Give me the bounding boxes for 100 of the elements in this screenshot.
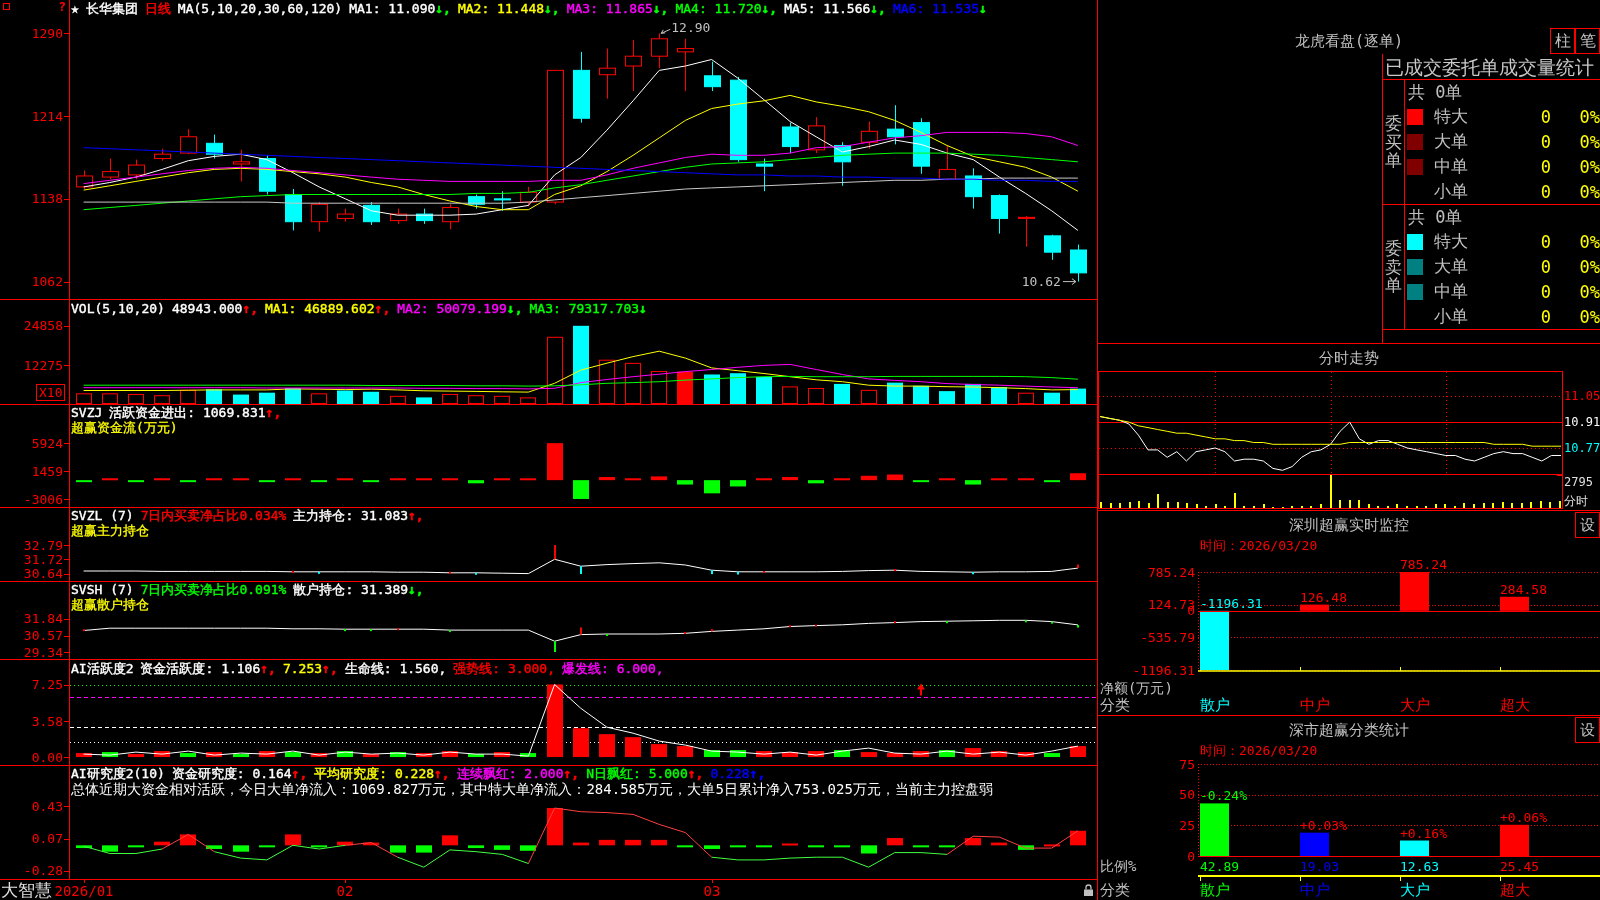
trend-arrow: ↑, — [242, 300, 259, 317]
trend-arrow: ↓ — [639, 300, 647, 317]
settings-button[interactable]: 设 — [1575, 511, 1600, 538]
change-label: -0.24% — [1200, 788, 1247, 804]
indicator-text: MA2: 11.448 — [457, 0, 545, 17]
timestamp: 时间：2026/03/20 — [1200, 538, 1318, 554]
indicator-text: SVSH (7) — [71, 582, 134, 597]
category-label: 散户 — [1200, 696, 1230, 714]
order-share: 0% — [1579, 181, 1600, 202]
indicator-title: 超赢散户持仓 — [71, 597, 149, 612]
indicator-text: MA5: 11.566 — [784, 0, 871, 17]
axis-label: 5924 — [31, 436, 63, 450]
axis-title: 分类 — [1100, 881, 1130, 899]
trend-arrow: ↑, — [265, 405, 282, 420]
trend-arrow: ↑, — [563, 766, 580, 781]
category-label: 大户 — [1400, 696, 1430, 714]
trend-arrow: ↑, — [434, 766, 450, 781]
order-count: 0 — [1540, 132, 1551, 152]
table-title: 已成交委托单成交量统计 — [1385, 55, 1594, 78]
indicator-title: 超赢资金流(万元) — [71, 420, 178, 435]
indicator-text: 7日内买卖净占比0.091% — [140, 582, 287, 597]
axis-label: 0.43 — [31, 799, 63, 813]
order-type-label: 特大 — [1434, 231, 1468, 252]
order-count: 0 — [1540, 181, 1551, 202]
axis-label: 29.34 — [23, 645, 63, 659]
indicator-text: MA3: 79317.703 — [529, 300, 640, 317]
trend-arrow: ↓, — [544, 0, 560, 17]
category-label: 中户 — [1300, 696, 1330, 714]
trend-arrow: ↑, — [374, 300, 391, 317]
group-label: 委买单 — [1385, 113, 1402, 171]
indicator-text: MA1: 11.090 — [349, 0, 436, 17]
axis-label: 0 — [1187, 607, 1195, 614]
indicator-text: AI活跃度2 — [71, 660, 134, 677]
axis-title: 比例% — [1100, 858, 1137, 874]
category-label: 超大 — [1500, 696, 1530, 714]
axis-label: -3006 — [23, 492, 63, 506]
value-label: 25.45 — [1500, 859, 1540, 874]
category-label: 散户 — [1200, 881, 1230, 899]
settings-button[interactable]: 设 — [1575, 716, 1600, 743]
value-label: 284.58 — [1500, 581, 1547, 597]
indicator-text: MA4: 11.720 — [675, 0, 762, 17]
timestamp: 时间：2026/03/20 — [1200, 743, 1318, 759]
order-type-label: 中单 — [1434, 280, 1468, 301]
axis-label: 11.05 — [1564, 389, 1600, 404]
axis-label: 12275 — [23, 358, 63, 372]
order-type-label: 大单 — [1434, 256, 1468, 276]
indicator-text: MA3: 11.865 — [566, 0, 653, 17]
trend-arrow: ↑, — [749, 766, 766, 781]
order-share: 0% — [1579, 257, 1600, 277]
group-label: 委卖单 — [1385, 238, 1402, 296]
axis-label: -0.28 — [23, 864, 63, 878]
axis-label: 1062 — [31, 275, 63, 289]
view-toggle-button[interactable]: 笔 — [1575, 28, 1600, 54]
indicator-text: VOL(5,10,20) — [71, 300, 165, 317]
trend-arrow: ↓ — [979, 0, 987, 17]
indicator-text: 生命线: 1.560, — [344, 660, 447, 677]
order-share: 0% — [1579, 132, 1600, 152]
axis-label: 30.57 — [23, 629, 63, 643]
indicator-text: 7日内买卖净占比0.034% — [140, 508, 287, 523]
indicator-text: 日线 — [144, 0, 171, 17]
indicator-text: MA(5,10,20,30,60,120) — [177, 0, 343, 17]
arrow-icon — [660, 28, 671, 34]
indicator-text: N日飘红: 5.000 — [586, 766, 688, 781]
axis-label: 24858 — [23, 319, 63, 333]
order-type-label: 小单 — [1434, 305, 1468, 326]
axis-label: -1196.31 — [1132, 664, 1195, 676]
value-label: -1196.31 — [1200, 595, 1263, 611]
indicator-text: 资金活跃度: 1.106 — [140, 660, 261, 677]
indicator-text: 0.228 — [710, 766, 750, 781]
indicator-text: 48943.000 — [171, 300, 243, 317]
question-mark: ? — [58, 0, 66, 14]
axis-label: 2795 — [1564, 475, 1593, 489]
section-title: 分时走势 — [1319, 348, 1379, 367]
axis-label: 31.84 — [23, 612, 63, 626]
value-label: 12.63 — [1400, 859, 1440, 874]
indicator-title: 总体近期大资金相对活跃，今日大单净流入：1069.827万元，其中特大单净流入：284.585万元，大单5日累计净入753.025万元，当前主力控盘弱 — [71, 781, 993, 798]
indicator-text: 长华集团 — [85, 0, 138, 17]
indicator-text: 强势线: 3.000, — [453, 660, 555, 677]
category-label: 中户 — [1300, 881, 1330, 899]
order-total: 共 0单 — [1408, 207, 1463, 228]
trend-arrow: ↑, — [260, 660, 276, 677]
view-toggle-button[interactable]: 柱 — [1550, 28, 1575, 54]
brand-name: 大智慧 — [1, 880, 52, 900]
axis-label: 3.58 — [31, 714, 63, 728]
axis-label: 50 — [1179, 789, 1195, 801]
indicator-text: SVZJ — [71, 405, 103, 420]
change-label: +0.16% — [1400, 825, 1447, 841]
trend-arrow: ↓, — [652, 0, 669, 17]
order-count: 0 — [1540, 156, 1551, 177]
axis-label: -535.79 — [1140, 631, 1195, 643]
axis-label: 0.00 — [31, 750, 63, 764]
indicator-text: 散户持仓: 31.389 — [293, 582, 409, 597]
value-label: 785.24 — [1400, 557, 1447, 572]
indicator-text: 7.253 — [282, 660, 323, 677]
date-label: 03 — [703, 883, 721, 899]
trend-arrow: ↑, — [408, 508, 424, 523]
order-count: 0 — [1540, 281, 1551, 302]
date-label: 02 — [336, 883, 354, 899]
axis-label: 31.72 — [23, 552, 63, 566]
date-label: 2026/01 — [54, 883, 114, 899]
